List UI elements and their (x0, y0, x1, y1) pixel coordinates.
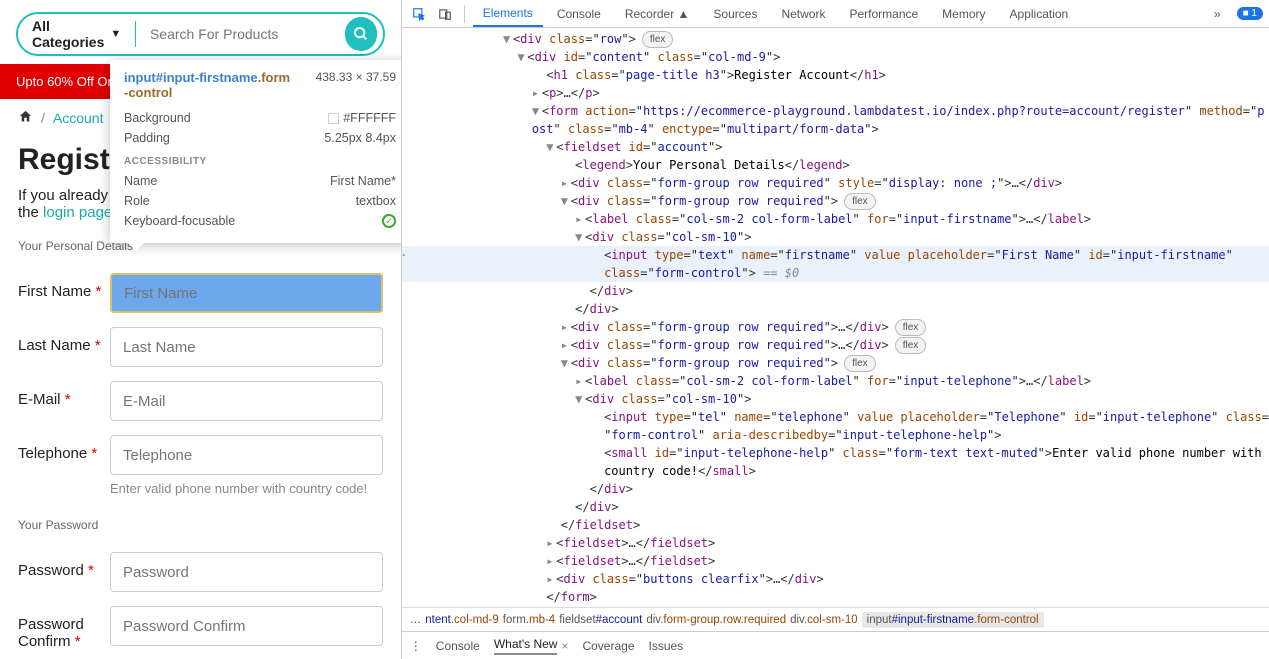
tab-recorder[interactable]: Recorder ▲ (615, 2, 700, 26)
page-viewport: All Categories ▼ Upto 60% Off On Laptops… (0, 0, 402, 659)
dom-tree[interactable]: ▼<div class="row">flex ▼<div id="content… (402, 28, 1269, 607)
label-firstname: First Name * (18, 273, 110, 300)
devtools-toolbar: Elements Console Recorder ▲ Sources Netw… (402, 0, 1269, 28)
tooltip-name: NameFirst Name* (124, 171, 396, 191)
telephone-field[interactable] (110, 435, 383, 475)
tab-performance[interactable]: Performance (839, 2, 928, 26)
devtools: Elements Console Recorder ▲ Sources Netw… (402, 0, 1269, 659)
search-button[interactable] (345, 17, 377, 51)
label-email: E-Mail * (18, 381, 110, 408)
tab-sources[interactable]: Sources (703, 2, 767, 26)
search-bar: All Categories ▼ (16, 12, 385, 56)
crumb-sep: / (41, 110, 45, 126)
tooltip-bg: Background #FFFFFF (124, 108, 396, 128)
confirm-field[interactable] (110, 606, 383, 646)
tabs-overflow[interactable]: » (1204, 2, 1231, 26)
tab-console[interactable]: Console (547, 2, 611, 26)
tab-network[interactable]: Network (771, 2, 835, 26)
label-password: Password * (18, 552, 110, 579)
issues-pill[interactable]: ■ 1 (1237, 7, 1263, 20)
drawer-console[interactable]: Console (436, 639, 480, 653)
check-icon: ✓ (382, 214, 396, 228)
tooltip-dimensions: 438.33 × 37.59 (316, 70, 396, 84)
row-firstname: First Name * (0, 267, 401, 321)
label-confirm: Password Confirm * (18, 606, 110, 650)
label-telephone: Telephone * (18, 435, 110, 462)
row-confirm: Password Confirm * (0, 600, 401, 658)
tooltip-section: ACCESSIBILITY (124, 148, 396, 171)
drawer-menu[interactable]: ⋮ (410, 639, 422, 653)
drawer-whatsnew[interactable]: What's New (494, 637, 558, 655)
label-lastname: Last Name * (18, 327, 110, 354)
inspector-tooltip: input#input-firstname.form-control 438.3… (110, 60, 402, 243)
row-telephone: Telephone * Enter valid phone number wit… (0, 429, 401, 504)
tab-elements[interactable]: Elements (473, 1, 543, 27)
search-input[interactable] (136, 26, 345, 42)
inspect-icon[interactable] (408, 3, 430, 25)
home-icon[interactable] (18, 109, 33, 127)
tooltip-selector: input#input-firstname.form-control (124, 70, 294, 100)
tooltip-focus: Keyboard-focusable✓ (124, 211, 396, 231)
email-field[interactable] (110, 381, 383, 421)
tab-application[interactable]: Application (1000, 2, 1079, 26)
tooltip-padding: Padding5.25px 8.4px (124, 128, 396, 148)
telephone-help: Enter valid phone number with country co… (110, 475, 383, 496)
close-icon[interactable]: × (561, 639, 568, 653)
login-link[interactable]: login page (43, 204, 112, 221)
row-password: Password * (0, 546, 401, 600)
devtools-breadcrumbs[interactable]: … ntent.col-md-9 form.mb-4 fieldset#acco… (402, 607, 1269, 631)
firstname-field[interactable] (110, 273, 383, 313)
category-label: All Categories (32, 18, 104, 50)
row-email: E-Mail * (0, 375, 401, 429)
chevron-down-icon: ▼ (110, 28, 121, 40)
row-lastname: Last Name * (0, 321, 401, 375)
devtools-drawer: ⋮ Console What's New× Coverage Issues (402, 631, 1269, 659)
lastname-field[interactable] (110, 327, 383, 367)
app-root: All Categories ▼ Upto 60% Off On Laptops… (0, 0, 1269, 659)
device-toggle-icon[interactable] (434, 3, 456, 25)
tab-memory[interactable]: Memory (932, 2, 995, 26)
legend-password: Your Password (0, 504, 401, 546)
password-field[interactable] (110, 552, 383, 592)
category-dropdown[interactable]: All Categories ▼ (18, 18, 135, 50)
search-icon (353, 26, 369, 42)
drawer-coverage[interactable]: Coverage (582, 639, 634, 653)
drawer-issues[interactable]: Issues (649, 639, 684, 653)
tooltip-role: Roletextbox (124, 191, 396, 211)
crumb-account[interactable]: Account (53, 110, 104, 126)
